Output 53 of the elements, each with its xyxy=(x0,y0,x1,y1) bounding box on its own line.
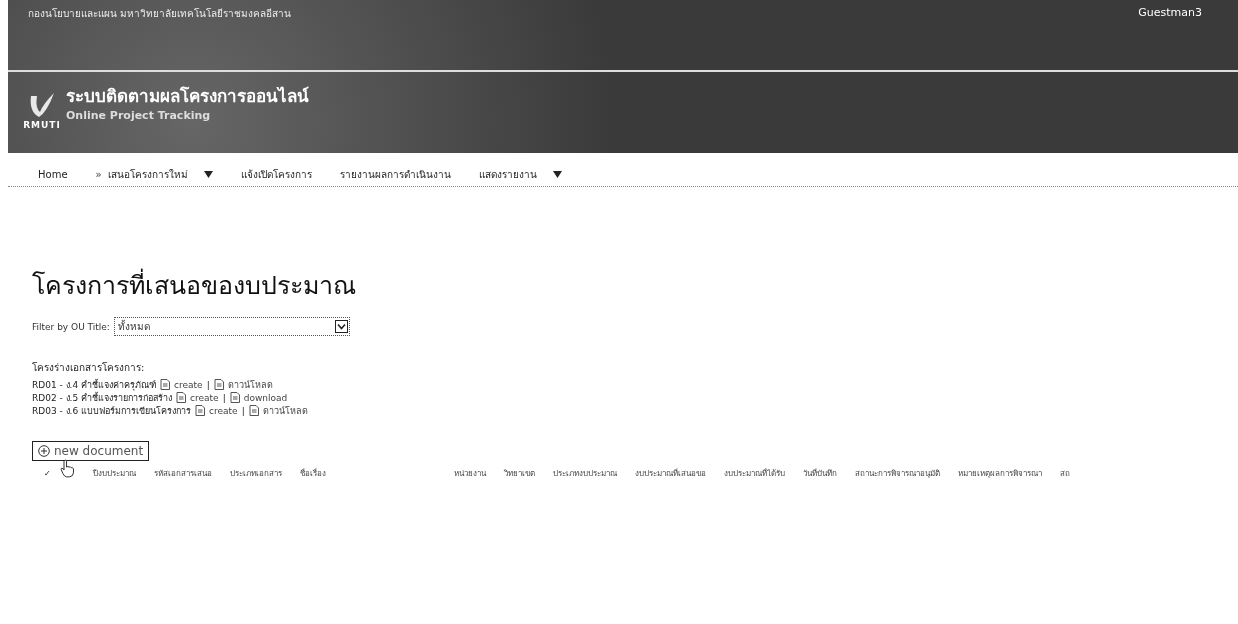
nav-link[interactable]: แจ้งเปิดโครงการ xyxy=(240,167,312,182)
document-icon xyxy=(160,379,171,390)
document-icon xyxy=(195,405,206,416)
column-header[interactable]: สถานะการพิจารณาอนุมัติ xyxy=(854,467,940,480)
column-header[interactable]: ประเภทงบประมาณ xyxy=(552,467,617,480)
template-name: RD01 - ง.4 คำชี้แจงค่าครุภัณฑ์ xyxy=(32,378,157,391)
hand-cursor-icon xyxy=(60,459,76,478)
separator: | xyxy=(241,405,245,416)
ou-dropdown[interactable]: ทั้งหมด xyxy=(113,317,350,336)
new-document-button[interactable]: new document xyxy=(32,441,150,461)
plus-icon xyxy=(38,445,50,457)
column-header[interactable]: หมายเหตุผลการพิจารณา xyxy=(957,467,1042,480)
column-header[interactable]: วันที่บันทึก xyxy=(802,467,837,480)
organization-name: กองนโยบายและแผน มหาวิทยาลัยเทคโนโลยีราชมงคลอีสาน xyxy=(28,7,292,21)
download-link[interactable]: ดาวน์โหลด xyxy=(227,377,273,392)
create-link[interactable]: create xyxy=(174,379,203,390)
document-icon xyxy=(248,405,259,416)
nav-link[interactable]: เสนอโครงการใหม่ xyxy=(107,167,188,182)
caret-icon[interactable] xyxy=(552,171,562,178)
template-name: RD03 - ง.6 แบบฟอร์มการเขียนโครงการ xyxy=(32,404,192,418)
filter-label: Filter by OU Title: xyxy=(32,321,110,332)
column-header[interactable]: งบประมาณที่ได้รับ xyxy=(723,467,785,480)
download-link[interactable]: download xyxy=(243,392,288,403)
create-link[interactable]: create xyxy=(209,405,238,416)
column-header[interactable]: ชื่อเรื่อง xyxy=(299,467,326,480)
nav-link[interactable]: แสดงรายงาน xyxy=(478,167,537,182)
nav-link[interactable]: Home xyxy=(38,169,68,180)
university-logo: RMUTI xyxy=(26,90,58,130)
column-header[interactable]: ประเภทเอกสาร xyxy=(229,467,282,480)
column-header[interactable]: ปีงบประมาณ xyxy=(92,467,136,480)
column-header[interactable]: รหัสเอกสารเสนอ xyxy=(153,467,212,480)
download-link[interactable]: ดาวน์โหลด xyxy=(262,403,308,418)
templates-heading: โครงร่างเอกสารโครงการ: xyxy=(32,361,146,375)
document-icon xyxy=(213,379,224,390)
column-header[interactable]: ✓ xyxy=(44,469,51,478)
dropdown-icon xyxy=(334,320,348,333)
column-header[interactable]: งบประมาณที่เสนอขอ xyxy=(634,467,706,480)
nav-link[interactable]: รายงานผลการดำเนินงาน xyxy=(339,167,451,182)
bullet-glyph: » xyxy=(95,169,102,180)
column-header[interactable]: หน่วยงาน xyxy=(453,467,486,480)
create-link[interactable]: create xyxy=(190,392,219,403)
caret-icon[interactable] xyxy=(203,171,213,178)
page-title: โครงการที่เสนอของบประมาณ xyxy=(32,265,1238,305)
site-title: ระบบติดตามผลโครงการออนไลน์ xyxy=(66,85,309,108)
document-icon xyxy=(176,392,187,403)
separator: | xyxy=(206,379,210,390)
template-name: RD02 - ง.5 คำชี้แจงรายการก่อสร้าง xyxy=(32,390,173,405)
user-link[interactable]: Guestman3 xyxy=(1138,6,1202,19)
document-icon xyxy=(229,392,240,403)
column-header[interactable]: สถ xyxy=(1059,467,1070,480)
site-subtitle: Online Project Tracking xyxy=(66,109,212,122)
separator: | xyxy=(222,392,226,403)
column-header[interactable]: วิทยาเขต xyxy=(503,467,535,480)
